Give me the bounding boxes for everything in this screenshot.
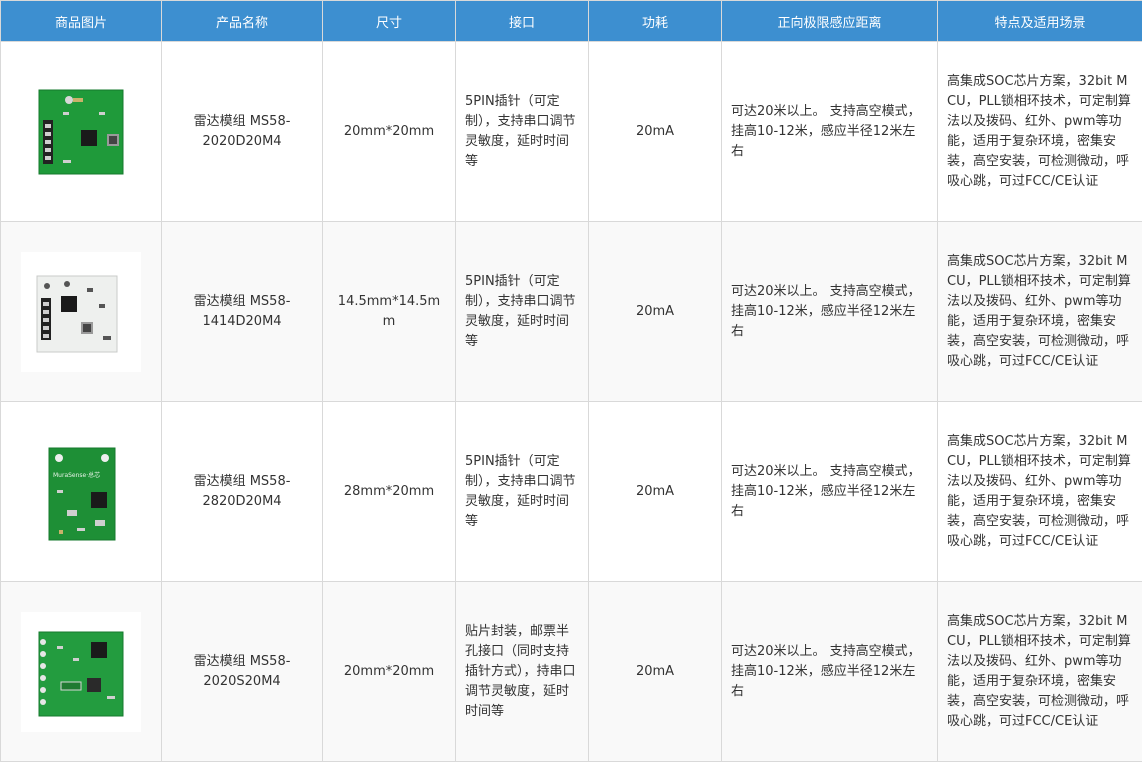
- header-features: 特点及适用场景: [937, 0, 1142, 42]
- product-image-cell: MuraSense·总芯: [0, 401, 162, 582]
- product-distance: 可达20米以上。 支持高空模式，挂高10-12米，感应半径12米左右: [721, 401, 938, 582]
- table-row: 雷达模组 MS58- 1414D20M4 14.5mm*14.5mm 5PIN插…: [0, 221, 1142, 402]
- pcb-silkscreen-brand: MuraSense·总芯: [53, 471, 100, 479]
- product-name-line2: 2820D20M4: [202, 493, 282, 509]
- radar-module-1414d-image[interactable]: [21, 251, 141, 372]
- product-interface: 5PIN插针（可定制），支持串口调节灵敏度，延时时间等: [455, 41, 589, 222]
- product-power: 20mA: [588, 221, 722, 402]
- product-size: 20mm*20mm: [322, 581, 456, 762]
- product-name-cell: 雷达模组 MS58- 2020S20M4: [161, 581, 323, 762]
- pcb-green-rect-icon: MuraSense·总芯: [48, 447, 116, 540]
- product-power: 20mA: [588, 581, 722, 762]
- product-distance: 可达20米以上。 支持高空模式，挂高10-12米，感应半径12米左右: [721, 581, 938, 762]
- product-interface: 5PIN插针（可定制），支持串口调节灵敏度，延时时间等: [455, 221, 589, 402]
- product-distance: 可达20米以上。 支持高空模式，挂高10-12米，感应半径12米左右: [721, 221, 938, 402]
- product-spec-table: 商品图片 产品名称 尺寸 接口 功耗 正向极限感应距离 特点及适用场景 雷达模组…: [0, 0, 1142, 762]
- table-row: MuraSense·总芯 雷达模组 MS58- 2820D20M4 28mm*2…: [0, 401, 1142, 582]
- header-distance: 正向极限感应距离: [721, 0, 938, 42]
- product-features: 高集成SOC芯片方案，32bit MCU，PLL锁相环技术，可定制算法以及拨码、…: [937, 221, 1142, 402]
- product-size: 14.5mm*14.5mm: [322, 221, 456, 402]
- header-image: 商品图片: [0, 0, 162, 42]
- product-name-line1: 雷达模组 MS58-: [193, 293, 291, 309]
- product-interface: 贴片封装，邮票半孔接口（同时支持插针方式），持串口调节灵敏度，延时时间等: [455, 581, 589, 762]
- product-image-cell: [0, 41, 162, 222]
- product-size: 28mm*20mm: [322, 401, 456, 582]
- product-distance: 可达20米以上。 支持高空模式，挂高10-12米，感应半径12米左右: [721, 41, 938, 222]
- product-power: 20mA: [588, 41, 722, 222]
- radar-module-2820d-image[interactable]: MuraSense·总芯: [21, 431, 141, 552]
- product-image-cell: [0, 221, 162, 402]
- product-name-line2: 2020S20M4: [203, 673, 281, 689]
- product-name-cell: 雷达模组 MS58- 2020D20M4: [161, 41, 323, 222]
- product-image-cell: [0, 581, 162, 762]
- radar-module-2020s-image[interactable]: [21, 611, 141, 732]
- table-header-row: 商品图片 产品名称 尺寸 接口 功耗 正向极限感应距离 特点及适用场景: [0, 0, 1142, 42]
- radar-module-2020d-image[interactable]: [21, 71, 141, 192]
- product-features: 高集成SOC芯片方案，32bit MCU，PLL锁相环技术，可定制算法以及拨码、…: [937, 41, 1142, 222]
- pcb-white-square-icon: [36, 275, 118, 352]
- pcb-green-stamp-hole-icon: [38, 631, 124, 716]
- product-name-line2: 1414D20M4: [202, 313, 282, 329]
- product-name-line1: 雷达模组 MS58-: [193, 473, 291, 489]
- pcb-green-square-icon: [38, 89, 124, 174]
- table-row: 雷达模组 MS58- 2020S20M4 20mm*20mm 贴片封装，邮票半孔…: [0, 581, 1142, 762]
- product-name-cell: 雷达模组 MS58- 1414D20M4: [161, 221, 323, 402]
- header-power: 功耗: [588, 0, 722, 42]
- product-power: 20mA: [588, 401, 722, 582]
- table-row: 雷达模组 MS58- 2020D20M4 20mm*20mm 5PIN插针（可定…: [0, 41, 1142, 222]
- product-name-line1: 雷达模组 MS58-: [193, 113, 291, 129]
- product-name-cell: 雷达模组 MS58- 2820D20M4: [161, 401, 323, 582]
- header-size: 尺寸: [322, 0, 456, 42]
- product-interface: 5PIN插针（可定制），支持串口调节灵敏度，延时时间等: [455, 401, 589, 582]
- product-features: 高集成SOC芯片方案，32bit MCU，PLL锁相环技术，可定制算法以及拨码、…: [937, 401, 1142, 582]
- header-name: 产品名称: [161, 0, 323, 42]
- product-features: 高集成SOC芯片方案，32bit MCU，PLL锁相环技术，可定制算法以及拨码、…: [937, 581, 1142, 762]
- product-name-line2: 2020D20M4: [202, 133, 282, 149]
- product-size: 20mm*20mm: [322, 41, 456, 222]
- product-name-line1: 雷达模组 MS58-: [193, 653, 291, 669]
- header-interface: 接口: [455, 0, 589, 42]
